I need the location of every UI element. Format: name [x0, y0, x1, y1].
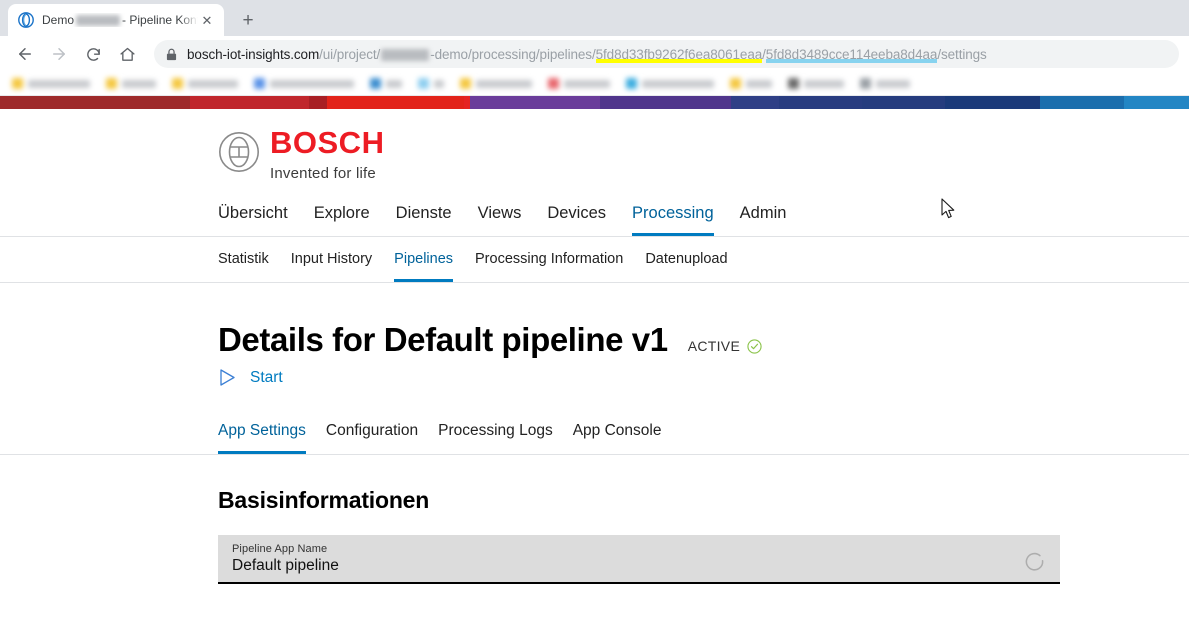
tab-app-settings[interactable]: App Settings: [218, 422, 306, 454]
app-content: BOSCH Invented for life Übersicht Explor…: [0, 109, 1189, 584]
subnav-item-datenupload[interactable]: Datenupload: [645, 252, 727, 282]
address-bar[interactable]: bosch-iot-insights.com/ui/project/-demo/…: [154, 40, 1179, 68]
bookmark-item[interactable]: [172, 78, 238, 89]
nav-item-views[interactable]: Views: [478, 204, 522, 236]
url-text: bosch-iot-insights.com/ui/project/-demo/…: [187, 47, 987, 62]
bookmark-item[interactable]: [12, 78, 90, 89]
section-title-basisinformationen: Basisinformationen: [0, 455, 1189, 514]
subnav-item-statistik[interactable]: Statistik: [218, 252, 269, 282]
lock-icon: [166, 48, 178, 61]
bookmark-item[interactable]: [860, 78, 910, 89]
browser-toolbar: bosch-iot-insights.com/ui/project/-demo/…: [0, 36, 1189, 72]
bookmark-item[interactable]: [370, 78, 402, 89]
bookmark-item[interactable]: [626, 78, 714, 89]
bosch-wordmark: BOSCH: [270, 127, 384, 158]
subnav-item-pipelines[interactable]: Pipelines: [394, 252, 453, 282]
nav-item-admin[interactable]: Admin: [740, 204, 787, 236]
page-header: Details for Default pipeline v1 ACTIVE: [0, 283, 1189, 356]
status-badge-label: ACTIVE: [688, 338, 740, 354]
pipeline-app-name-label: Pipeline App Name: [232, 543, 339, 555]
play-triangle-icon[interactable]: [218, 368, 236, 387]
bookmark-item[interactable]: [254, 78, 354, 89]
bookmark-item[interactable]: [106, 78, 156, 89]
bookmark-item[interactable]: [548, 78, 610, 89]
reload-icon[interactable]: [78, 39, 108, 69]
bookmark-item[interactable]: [418, 78, 444, 89]
sub-navigation: Statistik Input History Pipelines Proces…: [0, 252, 1189, 283]
bookmark-item[interactable]: [730, 78, 772, 89]
nav-item-explore[interactable]: Explore: [314, 204, 370, 236]
redacted-text-block: [76, 15, 120, 26]
close-icon[interactable]: ✕: [198, 11, 216, 29]
subnav-item-processing-information[interactable]: Processing Information: [475, 252, 623, 282]
detail-tabs: App Settings Configuration Processing Lo…: [0, 422, 1189, 455]
status-badge: ACTIVE: [688, 338, 762, 354]
main-navigation: Übersicht Explore Dienste Views Devices …: [0, 204, 1189, 237]
bosch-logo: BOSCH Invented for life: [0, 109, 1189, 182]
bosch-claim: Invented for life: [270, 165, 384, 182]
check-circle-icon: [747, 339, 762, 354]
new-tab-icon[interactable]: +: [234, 6, 262, 34]
start-button-label[interactable]: Start: [250, 369, 283, 387]
pipeline-app-name-field[interactable]: Pipeline App Name Default pipeline: [218, 535, 1060, 584]
back-arrow-icon[interactable]: [10, 39, 40, 69]
page-viewport: BOSCH Invented for life Übersicht Explor…: [0, 96, 1189, 637]
browser-tab[interactable]: Demo- Pipeline Konfigur ✕: [8, 4, 224, 36]
nav-item-devices[interactable]: Devices: [547, 204, 606, 236]
home-icon[interactable]: [112, 39, 142, 69]
bookmark-item[interactable]: [788, 78, 844, 89]
highlighted-pipeline-id: 5fd8d33fb9262f6ea8061eaa: [596, 47, 763, 63]
redacted-project-id: [381, 49, 429, 61]
highlighted-revision-id: 5fd8d3489cce114eeba8d4aa: [766, 47, 938, 63]
browser-tab-title: Demo- Pipeline Konfigur: [42, 13, 198, 27]
loading-spinner-icon: [1025, 552, 1046, 573]
bookmarks-bar: [0, 72, 1189, 96]
start-pipeline-button[interactable]: Start: [0, 356, 1189, 387]
pipeline-app-name-value[interactable]: Default pipeline: [232, 557, 339, 575]
tab-configuration[interactable]: Configuration: [326, 422, 418, 454]
nav-item-uebersicht[interactable]: Übersicht: [218, 204, 288, 236]
tab-processing-logs[interactable]: Processing Logs: [438, 422, 553, 454]
forward-arrow-icon: [44, 39, 74, 69]
tab-app-console[interactable]: App Console: [573, 422, 662, 454]
bosch-anchor-symbol-icon: [218, 131, 260, 178]
browser-tab-strip: Demo- Pipeline Konfigur ✕ +: [0, 0, 1189, 36]
browser-window: Demo- Pipeline Konfigur ✕ + bosch-iot-in…: [0, 0, 1189, 638]
nav-item-dienste[interactable]: Dienste: [396, 204, 452, 236]
nav-item-processing[interactable]: Processing: [632, 204, 714, 236]
bosch-iot-insights-favicon: [18, 12, 34, 28]
bosch-supergraphic: [0, 96, 1189, 109]
subnav-item-input-history[interactable]: Input History: [291, 252, 372, 282]
bookmark-item[interactable]: [460, 78, 532, 89]
page-title: Details for Default pipeline v1: [218, 323, 668, 356]
